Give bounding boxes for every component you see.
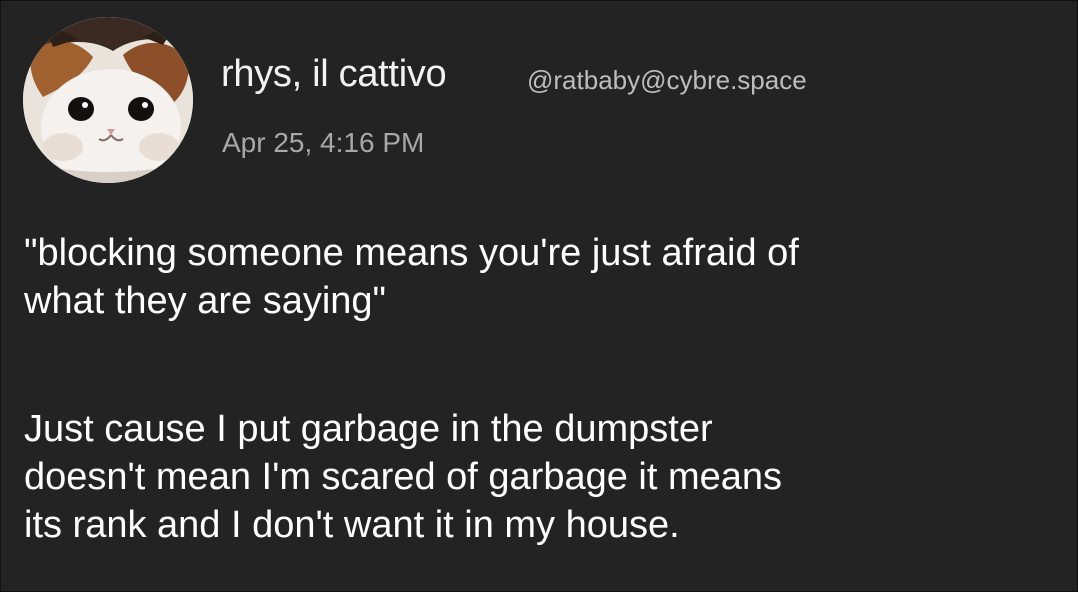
user-handle[interactable]: @ratbaby@cybre.space: [527, 65, 807, 95]
post-text-body: Just cause I put garbage in the dumpster…: [24, 408, 783, 546]
display-name[interactable]: rhys, il cattivo: [221, 52, 447, 96]
post-card: rhys, il cattivo @ratbaby@cybre.space Ap…: [0, 0, 1078, 592]
post-text-quote: "blocking someone means you're just afra…: [24, 232, 799, 322]
avatar[interactable]: [23, 17, 193, 183]
cat-avatar-icon: [23, 17, 193, 183]
post-timestamp[interactable]: Apr 25, 4:16 PM: [222, 127, 424, 159]
